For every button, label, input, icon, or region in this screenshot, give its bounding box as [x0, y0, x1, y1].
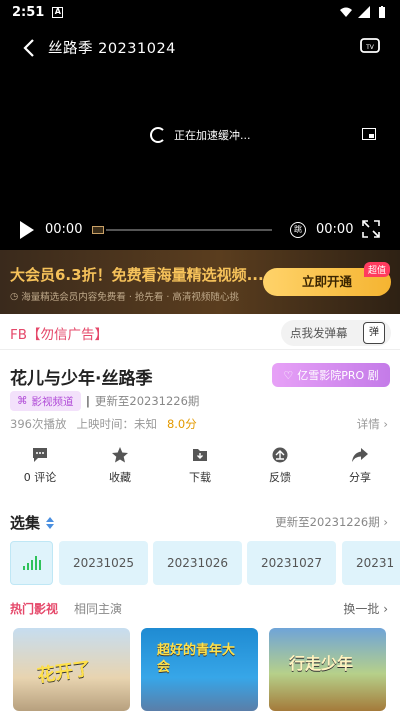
detail-label: 详情: [356, 417, 380, 431]
comment-label: 0 评论: [23, 471, 57, 484]
comment-icon: [33, 448, 47, 462]
download-button[interactable]: 下载: [160, 446, 240, 492]
episode-current[interactable]: [10, 541, 53, 585]
playing-bars-icon: [22, 556, 41, 570]
ad-row: FB【勿信广告】 点我发弹幕 弹: [0, 314, 400, 350]
favorite-button[interactable]: 收藏: [80, 446, 160, 492]
detail-link[interactable]: 详情 ›: [357, 416, 388, 432]
recommend-tabs: 热门影视 相同主演: [10, 600, 122, 617]
poster-caption: 行走少年: [289, 654, 354, 673]
episode-list[interactable]: 20231025 20231026 20231027 20231: [10, 541, 400, 585]
play-button[interactable]: [20, 221, 34, 239]
update-text: 更新至20231226期: [94, 394, 200, 408]
clock-icon: ◷: [10, 290, 19, 302]
channel-label: 影视频道: [31, 395, 74, 408]
buffering-indicator: 正在加速缓冲...: [150, 127, 251, 143]
vip-title: 大会员6.3折！免费看海量精选视频...: [10, 266, 264, 284]
danmu-label: 点我发弹幕: [290, 326, 348, 340]
refresh-label: 换一批: [343, 602, 380, 616]
comment-button[interactable]: 0 评论: [0, 446, 80, 492]
wifi-icon: [340, 7, 352, 17]
poster-card[interactable]: 超好的青年大会: [141, 628, 258, 711]
battery-icon: [379, 6, 385, 18]
vip-subtitle-text: 海量精选会员内容免费看 · 抢先看 · 高清视频随心挑: [21, 292, 239, 303]
notification-app-icon: A: [52, 6, 64, 18]
vip-subtitle: ◷ 海量精选会员内容免费看 · 抢先看 · 高清视频随心挑: [10, 289, 239, 304]
feedback-icon: [272, 447, 288, 463]
poster-caption: 花开了: [36, 658, 93, 687]
back-arrow-icon[interactable]: [18, 36, 42, 60]
svg-text:TV: TV: [365, 44, 375, 51]
heart-icon: ♡: [283, 368, 294, 382]
current-time: 00:00: [45, 222, 83, 237]
download-label: 下载: [189, 471, 211, 484]
pro-badge-button[interactable]: ♡ 亿雪影院PRO 剧: [272, 363, 390, 387]
play-count: 396次播放: [10, 417, 67, 431]
episodes-update-text: 更新至20231226期: [275, 515, 380, 529]
episodes-title: 选集: [10, 514, 41, 532]
status-time: 2:51: [12, 4, 45, 20]
feedback-button[interactable]: 反馈: [240, 446, 320, 492]
duration-time: 00:00: [316, 222, 354, 237]
channel-icon: ⌘: [17, 395, 28, 407]
danmu-toggle-icon[interactable]: 弹: [363, 322, 385, 344]
refresh-batch-button[interactable]: 换一批 ›: [343, 600, 388, 617]
share-icon: [352, 448, 368, 462]
tab-hot[interactable]: 热门影视: [10, 600, 58, 617]
episodes-heading[interactable]: 选集: [10, 512, 55, 533]
sort-icon[interactable]: [46, 516, 55, 529]
release-date: 上映时间：未知: [76, 417, 157, 431]
update-info: | 更新至20231226期: [86, 393, 199, 409]
ad-text: FB【勿信广告】: [10, 327, 109, 343]
share-label: 分享: [349, 471, 371, 484]
tab-same-cast[interactable]: 相同主演: [74, 600, 122, 617]
score: 8.0分: [166, 417, 197, 431]
feedback-label: 反馈: [269, 471, 291, 484]
episode-item[interactable]: 20231025: [59, 541, 148, 585]
pro-label: 亿雪影院PRO 剧: [297, 369, 379, 382]
video-meta: 396次播放 上映时间：未知 8.0分: [10, 416, 197, 432]
video-player[interactable]: 丝路季 20231024 TV 正在加速缓冲... 00:00 跳 00:00: [0, 24, 400, 250]
seek-bar[interactable]: [106, 229, 272, 231]
poster-card[interactable]: 花开了: [13, 628, 130, 711]
loading-spinner-icon: [150, 127, 166, 143]
tv-cast-icon[interactable]: TV: [360, 36, 380, 54]
channel-tag[interactable]: ⌘ 影视频道: [10, 391, 81, 411]
share-button[interactable]: 分享: [320, 446, 400, 492]
picture-in-picture-icon[interactable]: [362, 128, 376, 140]
episode-item[interactable]: 20231027: [247, 541, 336, 585]
separator: |: [86, 394, 90, 408]
episode-item[interactable]: 20231026: [153, 541, 242, 585]
signal-icon: [358, 6, 370, 18]
poster-card[interactable]: 行走少年: [269, 628, 386, 711]
value-badge: 超值: [363, 262, 390, 277]
episode-item[interactable]: 20231: [342, 541, 400, 585]
vip-banner[interactable]: 大会员6.3折！免费看海量精选视频... ◷ 海量精选会员内容免费看 · 抢先看…: [0, 250, 400, 314]
status-bar: 2:51 A: [0, 0, 400, 24]
send-danmu-button[interactable]: 点我发弹幕 弹: [281, 320, 391, 346]
poster-caption: 超好的青年大会: [157, 643, 236, 675]
episodes-update-link[interactable]: 更新至20231226期 ›: [275, 514, 388, 530]
fullscreen-icon[interactable]: [362, 220, 380, 238]
buffering-text: 正在加速缓冲...: [174, 129, 251, 142]
skip-intro-icon[interactable]: 跳: [290, 222, 306, 238]
player-title: 丝路季 20231024: [48, 41, 176, 57]
download-icon: [193, 449, 207, 461]
seek-thumb[interactable]: [92, 226, 104, 234]
favorite-label: 收藏: [109, 471, 131, 484]
action-bar: 0 评论 收藏 下载 反馈 分享: [0, 446, 400, 492]
video-title: 花儿与少年·丝路季: [10, 369, 153, 389]
star-icon: [112, 447, 128, 463]
